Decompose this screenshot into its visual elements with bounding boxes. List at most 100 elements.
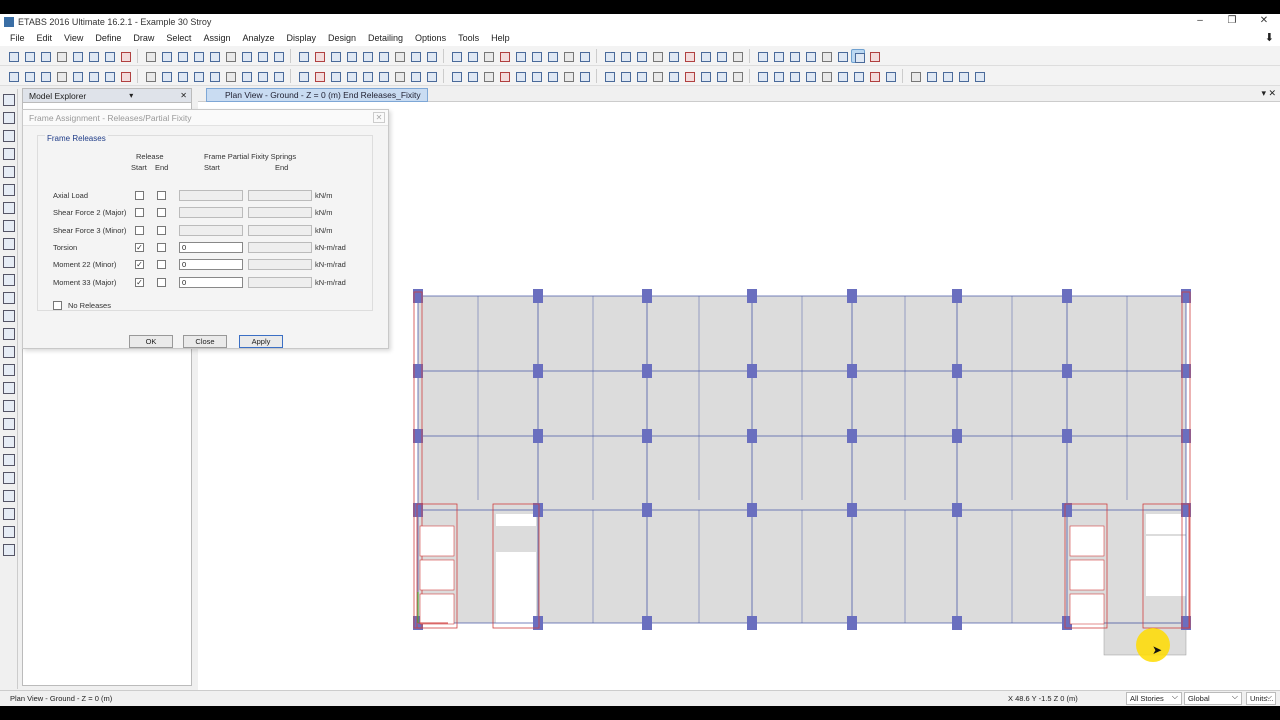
draw-tool-icon[interactable]	[956, 69, 970, 83]
main-tool-icon[interactable]	[118, 49, 132, 63]
side-tool-icon[interactable]	[3, 400, 15, 412]
main-tool-icon[interactable]	[835, 49, 849, 63]
main-tool-icon[interactable]	[255, 49, 269, 63]
main-tool-icon[interactable]	[698, 49, 712, 63]
side-tool-icon[interactable]	[3, 508, 15, 520]
spring-start-field[interactable]: 0	[179, 241, 243, 253]
draw-tool-icon[interactable]	[851, 69, 865, 83]
main-tool-icon[interactable]	[497, 49, 511, 63]
main-tool-icon[interactable]	[239, 49, 253, 63]
restore-button[interactable]: ❐	[1216, 14, 1248, 30]
draw-tool-icon[interactable]	[271, 69, 285, 83]
side-tool-icon[interactable]	[3, 310, 15, 322]
draw-tool-icon[interactable]	[924, 69, 938, 83]
menu-help[interactable]: Help	[485, 33, 516, 43]
main-tool-icon[interactable]	[223, 49, 237, 63]
main-tool-icon[interactable]	[449, 49, 463, 63]
release-start-checkbox[interactable]	[135, 191, 144, 200]
spring-end-field[interactable]	[248, 207, 312, 219]
release-end-checkbox[interactable]	[157, 277, 166, 287]
draw-tool-icon[interactable]	[118, 69, 132, 83]
draw-tool-icon[interactable]	[561, 69, 575, 83]
stories-select[interactable]: All Stories	[1126, 691, 1182, 705]
draw-tool-icon[interactable]	[22, 69, 36, 83]
side-tool-icon[interactable]	[3, 148, 15, 160]
main-tool-icon[interactable]	[143, 49, 157, 63]
release-start-checkbox[interactable]	[135, 225, 144, 235]
menu-assign[interactable]: Assign	[197, 33, 236, 43]
menu-analyze[interactable]: Analyze	[236, 33, 280, 43]
main-tool-icon[interactable]	[867, 49, 881, 63]
main-tool-icon[interactable]	[38, 49, 52, 63]
spring-end-field[interactable]	[248, 276, 312, 288]
draw-tool-icon[interactable]	[666, 69, 680, 83]
main-tool-icon[interactable]	[803, 49, 817, 63]
draw-tool-icon[interactable]	[312, 69, 326, 83]
side-tool-icon[interactable]	[3, 454, 15, 466]
release-end-checkbox[interactable]	[157, 208, 166, 218]
side-tool-icon[interactable]	[3, 220, 15, 232]
side-tool-icon[interactable]	[3, 274, 15, 286]
spring-start-field[interactable]: 0	[179, 259, 243, 271]
draw-tool-icon[interactable]	[634, 69, 648, 83]
side-tool-icon[interactable]	[3, 364, 15, 376]
draw-tool-icon[interactable]	[835, 69, 849, 83]
draw-tool-icon[interactable]	[698, 69, 712, 83]
release-end-checkbox[interactable]	[157, 191, 166, 200]
main-tool-icon[interactable]	[771, 49, 785, 63]
main-tool-icon[interactable]	[376, 49, 390, 63]
draw-tool-icon[interactable]	[6, 69, 20, 83]
side-tool-icon[interactable]	[3, 292, 15, 304]
spring-end-field[interactable]	[248, 190, 312, 201]
main-tool-icon[interactable]	[819, 49, 833, 63]
draw-tool-icon[interactable]	[908, 69, 922, 83]
main-tool-icon[interactable]	[22, 49, 36, 63]
draw-tool-icon[interactable]	[577, 69, 591, 83]
close-icon[interactable]: ✕	[180, 91, 187, 100]
release-start-checkbox[interactable]	[135, 208, 144, 218]
main-tool-icon[interactable]	[513, 49, 527, 63]
draw-tool-icon[interactable]	[803, 69, 817, 83]
coord-system-select[interactable]: Global	[1184, 691, 1242, 705]
draw-tool-icon[interactable]	[360, 69, 374, 83]
draw-tool-icon[interactable]	[328, 69, 342, 83]
side-tool-icon[interactable]	[3, 436, 15, 448]
menu-draw[interactable]: Draw	[127, 33, 160, 43]
draw-tool-icon[interactable]	[481, 69, 495, 83]
release-end-checkbox[interactable]	[157, 225, 166, 235]
download-icon[interactable]: ⬇	[1265, 31, 1274, 44]
spring-start-field[interactable]: 0	[179, 276, 243, 288]
pin-icon[interactable]: ▾	[129, 91, 133, 100]
menu-display[interactable]: Display	[280, 33, 322, 43]
main-tool-icon[interactable]	[787, 49, 801, 63]
draw-tool-icon[interactable]	[465, 69, 479, 83]
main-tool-icon[interactable]	[666, 49, 680, 63]
dialog-close-icon[interactable]: ✕	[373, 112, 385, 123]
main-tool-icon[interactable]	[70, 49, 84, 63]
draw-tool-icon[interactable]	[755, 69, 769, 83]
main-tool-icon[interactable]	[408, 49, 422, 63]
side-tool-icon[interactable]	[3, 112, 15, 124]
draw-tool-icon[interactable]	[344, 69, 358, 83]
main-tool-icon[interactable]	[481, 49, 495, 63]
draw-tool-icon[interactable]	[883, 69, 897, 83]
main-tool-icon[interactable]	[755, 49, 769, 63]
draw-tool-icon[interactable]	[819, 69, 833, 83]
draw-tool-icon[interactable]	[424, 69, 438, 83]
side-tool-icon[interactable]	[3, 130, 15, 142]
draw-tool-icon[interactable]	[38, 69, 52, 83]
side-tool-icon[interactable]	[3, 418, 15, 430]
main-tool-icon[interactable]	[86, 49, 100, 63]
menu-design[interactable]: Design	[322, 33, 362, 43]
main-tool-icon[interactable]	[191, 49, 205, 63]
minimize-button[interactable]: –	[1184, 14, 1216, 30]
main-tool-icon[interactable]	[730, 49, 744, 63]
menu-view[interactable]: View	[58, 33, 89, 43]
draw-tool-icon[interactable]	[714, 69, 728, 83]
draw-tool-icon[interactable]	[191, 69, 205, 83]
main-tool-icon[interactable]	[545, 49, 559, 63]
draw-tool-icon[interactable]	[497, 69, 511, 83]
main-tool-icon[interactable]	[529, 49, 543, 63]
side-tool-icon[interactable]	[3, 472, 15, 484]
side-tool-icon[interactable]	[3, 382, 15, 394]
